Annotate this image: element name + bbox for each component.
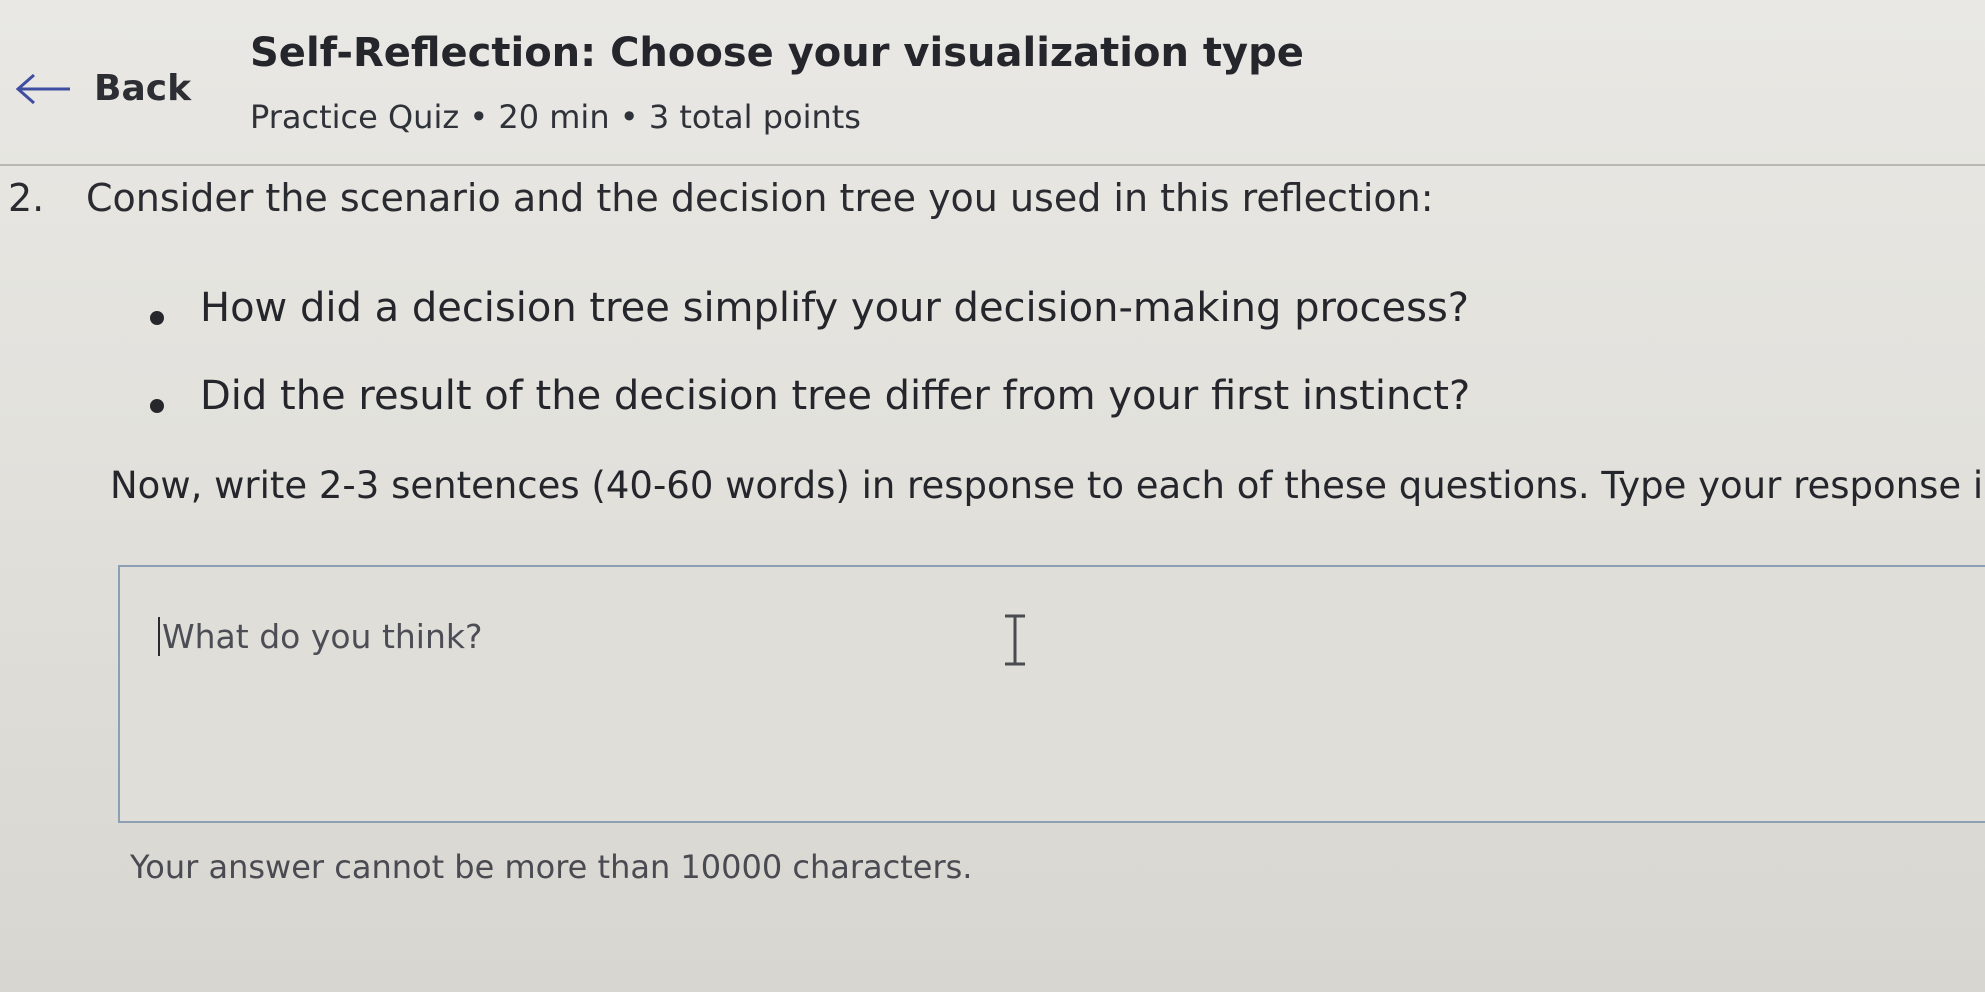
question-text: Consider the scenario and the decision t… [86, 176, 1434, 220]
quiz-page: Back Self-Reflection: Choose your visual… [0, 0, 1985, 992]
back-link[interactable]: Back [14, 68, 191, 109]
text-cursor-icon [1005, 614, 1025, 666]
quiz-meta: Practice Quiz • 20 min • 3 total points [250, 98, 861, 136]
answer-placeholder: What do you think? [158, 617, 483, 656]
bullet-dot-icon [150, 399, 164, 413]
bullet-dot-icon [150, 311, 164, 325]
response-instruction: Now, write 2-3 sentences (40-60 words) i… [110, 464, 1985, 507]
bullet-text: Did the result of the decision tree diff… [200, 373, 1471, 419]
answer-textarea[interactable]: What do you think? [118, 565, 1985, 823]
list-item: Did the result of the decision tree diff… [150, 373, 1470, 461]
header-divider [0, 164, 1985, 166]
question-bullets: How did a decision tree simplify your de… [150, 285, 1470, 461]
bullet-text: How did a decision tree simplify your de… [200, 285, 1470, 331]
question-number: 2. [8, 176, 45, 220]
quiz-title: Self-Reflection: Choose your visualizati… [250, 30, 1304, 76]
character-limit-note: Your answer cannot be more than 10000 ch… [130, 848, 973, 886]
back-label: Back [94, 68, 192, 109]
arrow-left-icon [15, 73, 70, 104]
question-prompt: 2. Consider the scenario and the decision… [8, 176, 1434, 220]
list-item: How did a decision tree simplify your de… [150, 285, 1470, 373]
